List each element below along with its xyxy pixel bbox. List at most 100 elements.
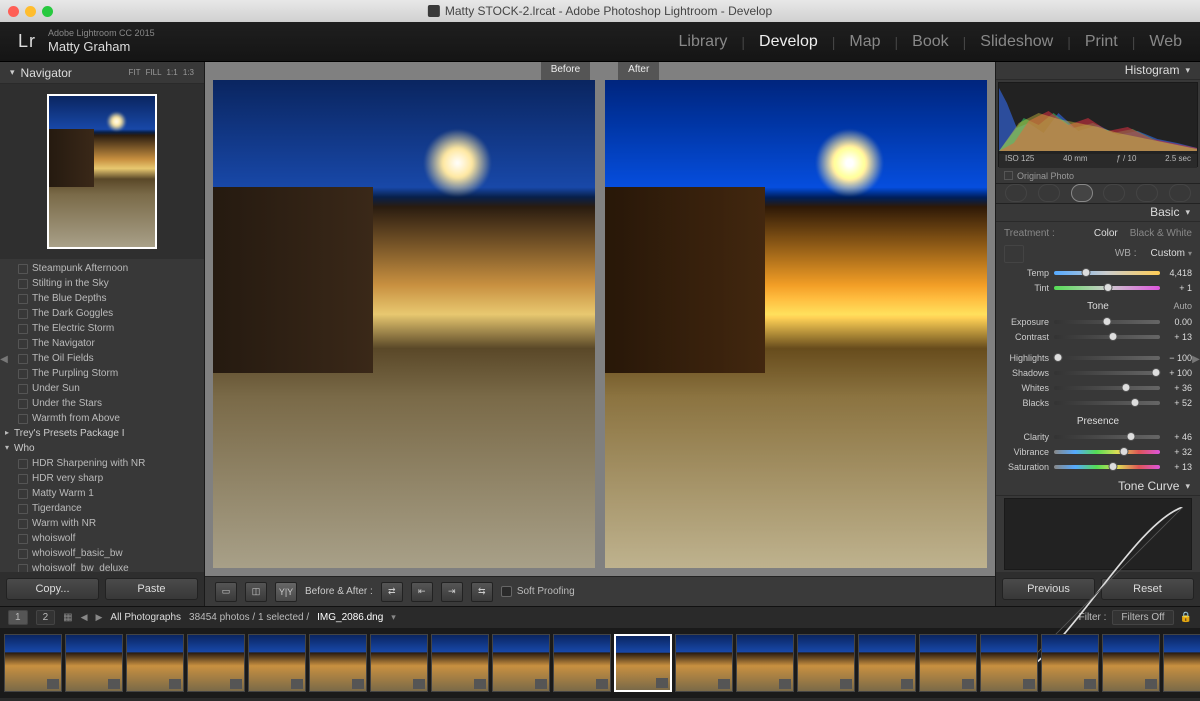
prev-photo-icon[interactable]: ◀ (81, 612, 88, 623)
preset-item[interactable]: Warmth from Above (0, 411, 204, 426)
module-book[interactable]: Book (912, 33, 948, 51)
source-path[interactable]: All Photographs (110, 612, 181, 623)
filmstrip-thumb[interactable] (553, 634, 611, 692)
whites-slider[interactable]: Whites+ 36 (1004, 381, 1192, 396)
auto-tone-button[interactable]: Auto (1173, 301, 1192, 311)
contrast-slider[interactable]: Contrast+ 13 (1004, 330, 1192, 345)
redeye-tool-icon[interactable] (1071, 184, 1093, 202)
navigator-header[interactable]: ▾ Navigator FIT FILL 1:1 1:3 (0, 62, 204, 84)
preset-item[interactable]: The Navigator (0, 336, 204, 351)
filmstrip-thumb[interactable] (248, 634, 306, 692)
before-after-yy-button[interactable]: Y|Y (275, 582, 297, 602)
filmstrip-thumb[interactable] (431, 634, 489, 692)
filmstrip-thumb[interactable] (1041, 634, 1099, 692)
preset-item[interactable]: HDR very sharp (0, 471, 204, 486)
filmstrip-thumb[interactable] (919, 634, 977, 692)
shadows-slider[interactable]: Shadows+ 100 (1004, 366, 1192, 381)
swap-button[interactable]: ⇄ (381, 582, 403, 602)
radial-tool-icon[interactable] (1136, 184, 1158, 202)
soft-proofing-toggle[interactable]: Soft Proofing (501, 586, 575, 597)
filmstrip-thumb[interactable] (797, 634, 855, 692)
tint-slider[interactable]: Tint+ 1 (1004, 281, 1192, 296)
loupe-view-button[interactable]: ▭ (215, 582, 237, 602)
filmstrip-thumb[interactable] (4, 634, 62, 692)
filmstrip-thumb[interactable] (1102, 634, 1160, 692)
preset-item[interactable]: whoiswolf_bw_deluxe (0, 561, 204, 572)
histogram-display[interactable]: ISO 125 40 mm ƒ / 10 2.5 sec (998, 82, 1198, 167)
before-after-lr-button[interactable]: ◫ (245, 582, 267, 602)
tone-curve-display[interactable] (1004, 498, 1192, 570)
preset-item[interactable]: The Oil Fields (0, 351, 204, 366)
module-web[interactable]: Web (1149, 33, 1182, 51)
copy-after-button[interactable]: ⇥ (441, 582, 463, 602)
saturation-slider[interactable]: Saturation+ 13 (1004, 460, 1192, 475)
crop-tool-icon[interactable] (1005, 184, 1027, 202)
preset-item[interactable]: Tigerdance (0, 501, 204, 516)
wb-value[interactable]: Custom (1151, 248, 1185, 259)
zoom-ratio[interactable]: 1:3 (183, 68, 194, 77)
preset-item[interactable]: whoiswolf (0, 531, 204, 546)
filmstrip-thumb[interactable] (492, 634, 550, 692)
filmstrip-thumb[interactable] (1163, 634, 1200, 692)
module-library[interactable]: Library (679, 33, 728, 51)
copy-button[interactable]: Copy... (6, 578, 99, 600)
preset-item[interactable]: Stilting in the Sky (0, 276, 204, 291)
gradient-tool-icon[interactable] (1103, 184, 1125, 202)
copy-both-button[interactable]: ⇆ (471, 582, 493, 602)
filmstrip-thumb[interactable] (126, 634, 184, 692)
preset-item[interactable]: The Blue Depths (0, 291, 204, 306)
monitor-2-button[interactable]: 2 (36, 610, 56, 625)
filmstrip-thumb[interactable] (309, 634, 367, 692)
treatment-color[interactable]: Color (1094, 228, 1118, 239)
preset-item[interactable]: The Electric Storm (0, 321, 204, 336)
maximize-icon[interactable] (42, 6, 53, 17)
preset-item[interactable]: Matty Warm 1 (0, 486, 204, 501)
preset-item[interactable]: Under Sun (0, 381, 204, 396)
close-icon[interactable] (8, 6, 19, 17)
preset-item[interactable]: Steampunk Afternoon (0, 261, 204, 276)
preset-item[interactable]: HDR Sharpening with NR (0, 456, 204, 471)
eyedropper-icon[interactable] (1004, 245, 1024, 263)
grid-icon[interactable]: ▦ (63, 612, 72, 623)
histogram-header[interactable]: Histogram ▾ (996, 62, 1200, 80)
zoom-fill[interactable]: FILL (146, 68, 162, 77)
copy-before-button[interactable]: ⇤ (411, 582, 433, 602)
brush-tool-icon[interactable] (1169, 184, 1191, 202)
filmstrip-thumb[interactable] (614, 634, 672, 692)
filename-dropdown-icon[interactable]: ▾ (391, 612, 396, 623)
clarity-slider[interactable]: Clarity+ 46 (1004, 430, 1192, 445)
filmstrip-thumb[interactable] (858, 634, 916, 692)
module-develop[interactable]: Develop (759, 33, 818, 51)
dropdown-icon[interactable]: ▾ (1188, 249, 1192, 258)
zoom-fit[interactable]: FIT (128, 68, 140, 77)
filmstrip-thumb[interactable] (736, 634, 794, 692)
minimize-icon[interactable] (25, 6, 36, 17)
zoom-1to1[interactable]: 1:1 (167, 68, 178, 77)
filmstrip-thumb[interactable] (370, 634, 428, 692)
module-map[interactable]: Map (849, 33, 880, 51)
treatment-bw[interactable]: Black & White (1130, 228, 1192, 239)
highlights-slider[interactable]: Highlights− 100 (1004, 351, 1192, 366)
tonecurve-header[interactable]: Tone Curve ▾ (996, 478, 1200, 496)
basic-header[interactable]: Basic ▾ (996, 204, 1200, 222)
filmstrip[interactable] (0, 628, 1200, 698)
preset-item[interactable]: whoiswolf_basic_bw (0, 546, 204, 561)
exposure-slider[interactable]: Exposure0.00 (1004, 315, 1192, 330)
spot-tool-icon[interactable] (1038, 184, 1060, 202)
preset-folder[interactable]: Who (0, 441, 204, 456)
preset-item[interactable]: Warm with NR (0, 516, 204, 531)
before-after-view[interactable] (205, 80, 995, 576)
preset-folder[interactable]: Trey's Presets Package I (0, 426, 204, 441)
preset-item[interactable]: The Purpling Storm (0, 366, 204, 381)
temp-slider[interactable]: Temp4,418 (1004, 266, 1192, 281)
filmstrip-thumb[interactable] (980, 634, 1038, 692)
navigator-thumbnail[interactable] (0, 84, 204, 259)
original-photo-toggle[interactable]: Original Photo (996, 169, 1200, 183)
filmstrip-thumb[interactable] (187, 634, 245, 692)
filmstrip-thumb[interactable] (65, 634, 123, 692)
preset-item[interactable]: Under the Stars (0, 396, 204, 411)
filmstrip-thumb[interactable] (675, 634, 733, 692)
next-photo-icon[interactable]: ▶ (96, 612, 103, 623)
right-panel-collapse[interactable]: ▶ (1192, 351, 1200, 369)
blacks-slider[interactable]: Blacks+ 52 (1004, 396, 1192, 411)
